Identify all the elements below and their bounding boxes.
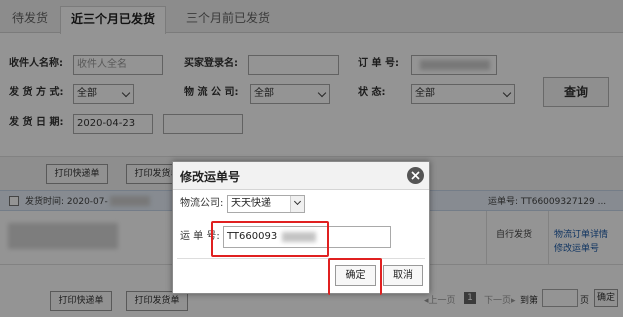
dialog-title: 修改运单号 [180, 170, 241, 184]
company-select[interactable]: 天天快递 [227, 195, 305, 213]
close-icon[interactable] [407, 167, 424, 184]
highlight-box-confirm [328, 258, 382, 295]
cancel-button[interactable]: 取消 [383, 265, 423, 286]
dropdown-button[interactable] [290, 196, 304, 212]
company-label: 物流公司: [180, 198, 224, 209]
company-value: 天天快递 [231, 198, 271, 209]
dialog-title-bar: 修改运单号 [173, 162, 429, 190]
dialog-divider [177, 258, 425, 259]
modify-tracking-dialog: 修改运单号 物流公司: 天天快递 运 单 号: TT660093 确定 取消 [172, 161, 430, 295]
highlight-box-tracking [211, 221, 329, 257]
chevron-down-icon [293, 197, 302, 206]
